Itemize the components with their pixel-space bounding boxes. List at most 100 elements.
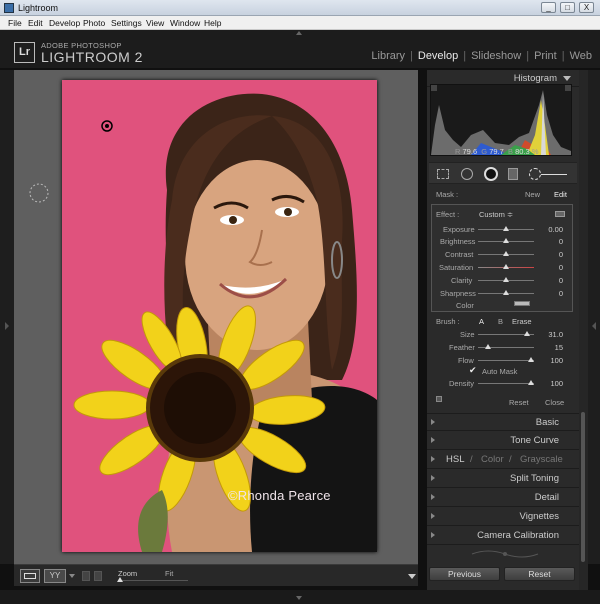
feather-label: Feather — [449, 343, 475, 352]
flow-handle[interactable] — [528, 357, 534, 362]
camera-calibration-panel-header[interactable]: Camera Calibration — [427, 527, 579, 545]
reset-button[interactable]: Reset — [504, 567, 575, 581]
histogram-title: Histogram — [513, 73, 557, 84]
brush-b-button[interactable]: B — [498, 317, 503, 326]
clarity-label: Clarity — [451, 276, 473, 285]
before-after-button[interactable]: YY — [44, 569, 66, 583]
spot-removal-icon[interactable] — [461, 168, 473, 180]
module-web[interactable]: Web — [570, 50, 592, 62]
size-handle[interactable] — [524, 331, 530, 336]
split-toning-panel-header[interactable]: Split Toning — [427, 470, 579, 488]
maximize-button[interactable]: □ — [560, 2, 575, 13]
grayscale-tab[interactable]: Grayscale — [520, 454, 563, 465]
contrast-value[interactable]: 0 — [543, 250, 563, 259]
brush-label: Brush : — [436, 317, 460, 326]
brush-erase-button[interactable]: Erase — [512, 317, 532, 326]
sharpness-value[interactable]: 0 — [543, 289, 563, 298]
panel-separator: / — [509, 454, 512, 465]
mask-edit-button[interactable]: Edit — [554, 190, 567, 199]
sharpness-handle[interactable] — [503, 290, 509, 295]
exposure-handle[interactable] — [503, 226, 509, 231]
left-panel-grip[interactable] — [0, 70, 14, 564]
zoom-slider[interactable] — [118, 580, 188, 581]
zoom-slider-handle[interactable] — [117, 577, 123, 582]
size-value[interactable]: 31.0 — [543, 330, 563, 339]
color-tab[interactable]: Color — [481, 454, 504, 465]
clarity-value[interactable]: 0 — [543, 276, 563, 285]
module-slideshow[interactable]: Slideshow — [471, 50, 521, 62]
menu-file[interactable]: File — [8, 18, 22, 28]
detail-title: Detail — [534, 492, 559, 503]
effect-toggle-icon[interactable] — [555, 211, 565, 217]
menu-help[interactable]: Help — [204, 18, 221, 28]
r-value: 79.6 — [462, 147, 478, 156]
tool-overlay-toggle-icon[interactable] — [436, 396, 442, 402]
hsl-tab[interactable]: HSL — [446, 454, 464, 465]
brush-a-button[interactable]: A — [479, 317, 484, 326]
menu-settings[interactable]: Settings — [111, 18, 142, 28]
module-develop[interactable]: Develop — [418, 50, 458, 62]
module-library[interactable]: Library — [371, 50, 405, 62]
clarity-handle[interactable] — [503, 277, 509, 282]
tone-curve-panel-header[interactable]: Tone Curve — [427, 432, 579, 450]
flag-icon[interactable] — [82, 571, 90, 581]
contrast-handle[interactable] — [503, 251, 509, 256]
auto-mask-checkbox[interactable]: ✔ — [469, 365, 477, 376]
density-value[interactable]: 100 — [543, 379, 563, 388]
exposure-value[interactable]: 0.00 — [543, 225, 563, 234]
brightness-value[interactable]: 0 — [543, 237, 563, 246]
brush-reset-button[interactable]: Reset — [509, 398, 529, 407]
contrast-label: Contrast — [445, 250, 474, 259]
color-swatch[interactable] — [514, 301, 530, 306]
close-button[interactable]: X — [579, 2, 594, 13]
toolbar-menu-icon[interactable] — [408, 574, 416, 579]
flow-value[interactable]: 100 — [543, 356, 563, 365]
menu-edit[interactable]: Edit — [28, 18, 43, 28]
mask-new-button[interactable]: New — [525, 190, 540, 199]
b-label: B — [508, 147, 514, 156]
adjustment-brush-icon[interactable] — [529, 168, 541, 180]
right-panel-grip[interactable] — [588, 70, 600, 564]
right-panel-toggle-icon[interactable] — [592, 322, 596, 330]
brush-close-button[interactable]: Close — [545, 398, 564, 407]
basic-panel-header[interactable]: Basic — [427, 413, 579, 431]
lightroom-window: Lightroom _ □ X File Edit Develop Photo … — [0, 0, 600, 604]
filmstrip-toggle-icon[interactable] — [296, 596, 302, 600]
title-bar: Lightroom _ □ X — [0, 0, 600, 16]
feather-handle[interactable] — [485, 344, 491, 349]
menu-window[interactable]: Window — [170, 18, 200, 28]
crop-tool-icon[interactable] — [437, 169, 449, 179]
panel-end-ornament-icon — [471, 550, 539, 558]
top-panel-toggle-icon[interactable] — [296, 31, 302, 35]
hsl-panel-header[interactable]: HSL / Color / Grayscale — [427, 451, 579, 469]
menu-develop[interactable]: Develop — [49, 18, 80, 28]
vignettes-panel-header[interactable]: Vignettes — [427, 508, 579, 526]
flow-slider[interactable] — [478, 360, 534, 361]
density-handle[interactable] — [528, 380, 534, 385]
density-slider[interactable] — [478, 383, 534, 384]
reject-flag-icon[interactable] — [94, 571, 102, 581]
loupe-view-icon[interactable] — [20, 569, 40, 583]
graduated-filter-icon[interactable] — [508, 168, 518, 180]
feather-value[interactable]: 15 — [543, 343, 563, 352]
left-panel-toggle-icon[interactable] — [5, 322, 9, 330]
saturation-handle[interactable] — [503, 264, 509, 269]
compare-dropdown-icon[interactable] — [69, 574, 75, 578]
scrollbar-thumb[interactable] — [581, 412, 585, 562]
module-picker: Library | Develop | Slideshow | Print | Web — [371, 50, 592, 62]
expand-icon — [431, 475, 435, 481]
minimize-button[interactable]: _ — [541, 2, 556, 13]
red-eye-icon[interactable] — [484, 167, 498, 181]
right-panel-scrollbar[interactable] — [579, 70, 588, 590]
brightness-handle[interactable] — [503, 238, 509, 243]
previous-button[interactable]: Previous — [429, 567, 500, 581]
effect-label: Effect : — [436, 210, 460, 219]
detail-panel-header[interactable]: Detail — [427, 489, 579, 507]
mask-label: Mask : — [436, 190, 459, 199]
photo[interactable]: ©Rhonda Pearce — [62, 80, 377, 552]
saturation-value[interactable]: 0 — [543, 263, 563, 272]
effect-preset-select[interactable]: Custom ≑ — [479, 210, 513, 219]
module-print[interactable]: Print — [534, 50, 557, 62]
menu-photo[interactable]: Photo — [83, 18, 105, 28]
menu-view[interactable]: View — [146, 18, 164, 28]
